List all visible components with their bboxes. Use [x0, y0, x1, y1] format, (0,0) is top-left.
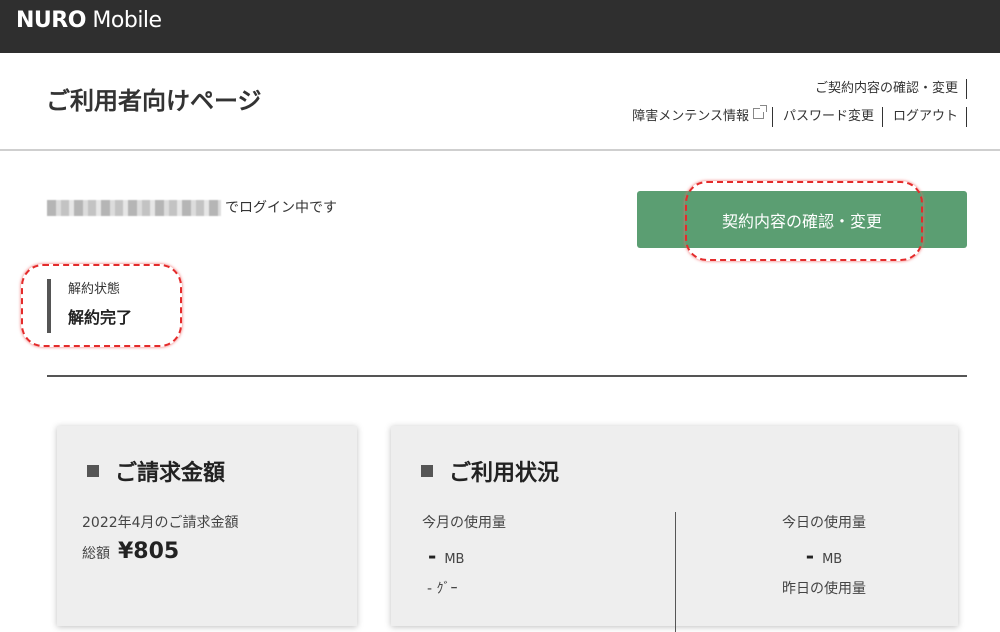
square-bullet-icon: [87, 465, 99, 477]
billing-period-label: 2022年4月のご請求金額: [82, 515, 239, 531]
login-suffix: でログイン中です: [225, 200, 337, 216]
cancellation-status: 解約状態 解約完了: [47, 279, 132, 333]
today-usage-value: - MB: [754, 544, 894, 568]
logo-mobile: Mobile: [85, 8, 162, 33]
billing-title-text: ご請求金額: [115, 461, 226, 486]
status-label: 解約状態: [68, 282, 121, 297]
status-value: 解約完了: [68, 308, 133, 327]
billing-total: 総額 ¥805: [82, 539, 179, 564]
month-usage-number: -: [428, 544, 437, 568]
maintenance-info-link[interactable]: 障害メンテンス情報: [622, 105, 773, 127]
login-status: でログイン中です: [47, 198, 337, 218]
today-usage-number: -: [805, 544, 815, 568]
logo-nuro: NURO: [16, 8, 86, 33]
contract-details-link[interactable]: ご契約内容の確認・変更: [805, 79, 967, 99]
usage-title: ご利用状況: [421, 455, 559, 487]
billing-title: ご請求金額: [87, 455, 225, 487]
billing-card: ご請求金額 2022年4月のご請求金額 総額 ¥805: [57, 426, 357, 626]
page-title: ご利用者向けページ: [46, 87, 262, 115]
month-usage: 今月の使用量 - MB: [422, 512, 506, 568]
top-bar: NURO Mobile: [0, 0, 1000, 53]
today-usage-unit: MB: [822, 552, 843, 567]
maintenance-info-label: 障害メンテンス情報: [632, 109, 749, 124]
external-link-icon: [752, 105, 767, 119]
masked-account-id: [47, 200, 221, 216]
partial-left-text: - ｸﾞｰ: [427, 581, 458, 597]
month-usage-value: - MB: [422, 544, 506, 568]
nuro-mobile-logo[interactable]: NURO Mobile: [16, 9, 162, 33]
billing-total-value: ¥805: [118, 539, 180, 564]
month-usage-label: 今月の使用量: [422, 515, 506, 531]
usage-card: ご利用状況 今月の使用量 - MB 今日の使用量 - MB - ｸﾞｰ 昨日の使用量: [391, 426, 958, 632]
usage-title-text: ご利用状況: [449, 461, 560, 486]
square-bullet-icon: [421, 465, 433, 477]
today-usage-label: 今日の使用量: [782, 515, 866, 531]
section-divider: [47, 375, 967, 377]
header-links: ご契約内容の確認・変更 障害メンテンス情報 パスワード変更 ログアウト: [622, 78, 967, 128]
password-change-link[interactable]: パスワード変更: [773, 107, 883, 127]
today-usage: 今日の使用量 - MB: [754, 512, 894, 568]
logout-link[interactable]: ログアウト: [883, 107, 967, 127]
header-links-row-1: ご契約内容の確認・変更: [622, 78, 967, 100]
header-divider: [0, 149, 1000, 151]
header-links-row-2: 障害メンテンス情報 パスワード変更 ログアウト: [622, 105, 967, 128]
usage-divider: [675, 512, 676, 632]
month-usage-unit: MB: [444, 552, 465, 567]
billing-total-label: 総額: [82, 546, 110, 562]
contract-details-button[interactable]: 契約内容の確認・変更: [637, 191, 967, 248]
yesterday-usage-label: 昨日の使用量: [782, 581, 866, 597]
